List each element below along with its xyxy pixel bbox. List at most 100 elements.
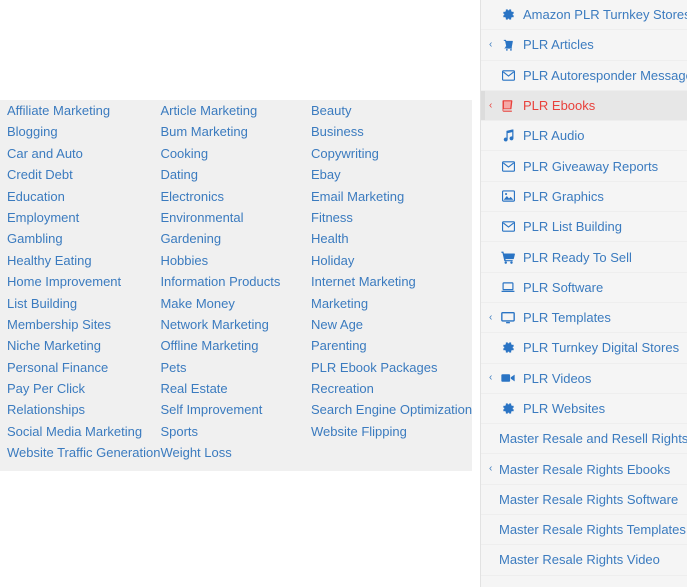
category-link[interactable]: Recreation: [311, 378, 472, 399]
category-link[interactable]: Home Improvement: [7, 271, 160, 292]
sidebar-item-master-resale-rights-ebooks[interactable]: ‹ Master Resale Rights Ebooks: [481, 454, 687, 485]
category-link[interactable]: Self Improvement: [160, 399, 311, 420]
category-link[interactable]: Electronics: [160, 186, 311, 207]
category-link[interactable]: Network Marketing: [160, 314, 311, 335]
category-link[interactable]: Email Marketing: [311, 186, 472, 207]
category-link[interactable]: Niche Marketing: [7, 335, 160, 356]
sidebar-item-label: PLR Websites: [523, 401, 606, 416]
sidebar-item-plr-templates[interactable]: ‹ PLR Templates: [481, 303, 687, 334]
sidebar-item-plr-websites[interactable]: ‹PLR Websites: [481, 394, 687, 425]
category-link[interactable]: Make Money: [160, 293, 311, 314]
sidebar-item-plr-audio[interactable]: ‹PLR Audio: [481, 121, 687, 152]
category-link[interactable]: Fitness: [311, 207, 472, 228]
category-link[interactable]: Personal Finance: [7, 357, 160, 378]
category-link[interactable]: Information Products: [160, 271, 311, 292]
category-link[interactable]: Parenting: [311, 335, 472, 356]
category-link[interactable]: Article Marketing: [160, 100, 311, 121]
sidebar-item-label: PLR Audio: [523, 128, 585, 144]
envelope-icon: [497, 160, 519, 172]
sidebar-item-label: PLR Videos: [523, 370, 592, 386]
envelope-icon: [497, 69, 519, 81]
sidebar-item-master-resale-rights-templates[interactable]: ‹Master Resale Rights Templates: [481, 515, 687, 546]
category-link[interactable]: List Building: [7, 293, 160, 314]
category-link[interactable]: Bum Marketing: [160, 121, 311, 142]
sidebar-item-plr-ready-to-sell[interactable]: ‹PLR Ready To Sell: [481, 242, 687, 273]
category-column: Affiliate Marketing Blogging Car and Auto C…: [0, 100, 160, 464]
category-link[interactable]: Healthy Eating: [7, 250, 160, 271]
category-link[interactable]: Gambling: [7, 228, 160, 249]
sidebar-item-label: PLR Ready To Sell: [523, 249, 632, 265]
category-link[interactable]: Affiliate Marketing: [7, 100, 160, 121]
chevron-left-icon: ‹: [489, 372, 493, 384]
category-link[interactable]: Sports: [160, 421, 311, 442]
category-link[interactable]: Website Flipping: [311, 421, 472, 442]
image-icon: [497, 190, 519, 203]
sidebar-item-label: PLR Templates: [523, 310, 611, 326]
sidebar-item-plr-turnkey-digital-stores[interactable]: ‹PLR Turnkey Digital Stores: [481, 333, 687, 364]
gear-icon: [497, 8, 519, 21]
category-link[interactable]: Search Engine Optimization: [311, 399, 472, 420]
category-link[interactable]: Ebay: [311, 164, 472, 185]
category-link[interactable]: New Age: [311, 314, 472, 335]
category-link[interactable]: Website Traffic Generation: [7, 442, 160, 463]
book-icon: [497, 99, 519, 112]
category-column: Beauty Business Copywriting Ebay Email Marke…: [311, 100, 472, 464]
category-link[interactable]: Relationships: [7, 399, 160, 420]
category-link[interactable]: Marketing: [311, 293, 472, 314]
laptop-icon: [497, 282, 519, 293]
sidebar-item-label: PLR Giveaway Reports: [523, 158, 659, 174]
category-link[interactable]: Offline Marketing: [160, 335, 311, 356]
sidebar-item-plr-graphics[interactable]: ‹PLR Graphics: [481, 182, 687, 213]
sidebar-item-plr-autoresponder-messages[interactable]: ‹PLR Autoresponder Messages: [481, 61, 687, 91]
sidebar-item-plr-giveaway-reports[interactable]: ‹PLR Giveaway Reports: [481, 151, 687, 182]
sidebar-item-plr-list-building[interactable]: ‹PLR List Building: [481, 212, 687, 243]
category-link[interactable]: Dating: [160, 164, 311, 185]
category-link[interactable]: Health: [311, 228, 472, 249]
sidebar-item-master-resale-rights-software[interactable]: ‹Master Resale Rights Software: [481, 485, 687, 516]
category-link[interactable]: Membership Sites: [7, 314, 160, 335]
category-link[interactable]: Internet Marketing: [311, 271, 472, 292]
sidebar-item-label: Master Resale Rights Ebooks: [499, 461, 671, 477]
category-link[interactable]: Copywriting: [311, 143, 472, 164]
sidebar-item-label: PLR Autoresponder Messages: [523, 67, 687, 83]
chevron-left-icon: ‹: [489, 99, 493, 111]
category-link[interactable]: Business: [311, 121, 472, 142]
category-link[interactable]: Blogging: [7, 121, 160, 142]
sidebar-item-label: Amazon PLR Turnkey Stores: [523, 7, 687, 23]
category-link[interactable]: Car and Auto: [7, 143, 160, 164]
sidebar-item-label: Master Resale Rights Templates: [499, 522, 686, 538]
monitor-icon: [497, 311, 519, 324]
sidebar-item-plr-videos[interactable]: ‹ PLR Videos: [481, 364, 687, 394]
category-link[interactable]: Pets: [160, 357, 311, 378]
category-link[interactable]: Gardening: [160, 228, 311, 249]
category-link[interactable]: Environmental: [160, 207, 311, 228]
sidebar-item-label: PLR Graphics: [523, 188, 604, 204]
category-link[interactable]: Weight Loss: [160, 442, 311, 463]
sidebar-item-master-resale-rights-video[interactable]: ‹Master Resale Rights Video: [481, 545, 687, 576]
sidebar-item-label: PLR Articles: [523, 37, 594, 53]
sidebar-item-plr-software[interactable]: ‹PLR Software: [481, 273, 687, 303]
cart-icon: [497, 251, 519, 264]
video-camera-icon: [497, 373, 519, 383]
category-columns: Affiliate Marketing Blogging Car and Auto C…: [0, 100, 472, 464]
sidebar-item-label: Master Resale Rights Video: [499, 552, 660, 568]
sidebar-item-plr-ebooks[interactable]: ‹ PLR Ebooks: [481, 90, 687, 122]
category-link[interactable]: Beauty: [311, 100, 472, 121]
category-link[interactable]: Holiday: [311, 250, 472, 271]
category-link[interactable]: Education: [7, 186, 160, 207]
category-link[interactable]: Credit Debt: [7, 164, 160, 185]
sidebar-item-label: PLR Software: [523, 279, 604, 295]
category-link[interactable]: Real Estate: [160, 378, 311, 399]
gear-icon: [497, 402, 519, 415]
sidebar-item-master-resale-and-resell-rights[interactable]: ‹Master Resale and Resell Rights: [481, 424, 687, 455]
category-link[interactable]: Pay Per Click: [7, 378, 160, 399]
sidebar-item-amazon-plr-turnkey-stores[interactable]: ‹Amazon PLR Turnkey Stores: [481, 0, 687, 31]
category-link[interactable]: Social Media Marketing: [7, 421, 160, 442]
sidebar-item-label: Master Resale Rights Software: [499, 491, 679, 507]
sidebar-item-plr-articles[interactable]: ‹ PLR Articles: [481, 30, 687, 61]
category-link[interactable]: Cooking: [160, 143, 311, 164]
category-link[interactable]: Hobbies: [160, 250, 311, 271]
category-link[interactable]: Employment: [7, 207, 160, 228]
category-link[interactable]: PLR Ebook Packages: [311, 357, 472, 378]
category-column: Article Marketing Bum Marketing Cooking Dat…: [160, 100, 311, 464]
